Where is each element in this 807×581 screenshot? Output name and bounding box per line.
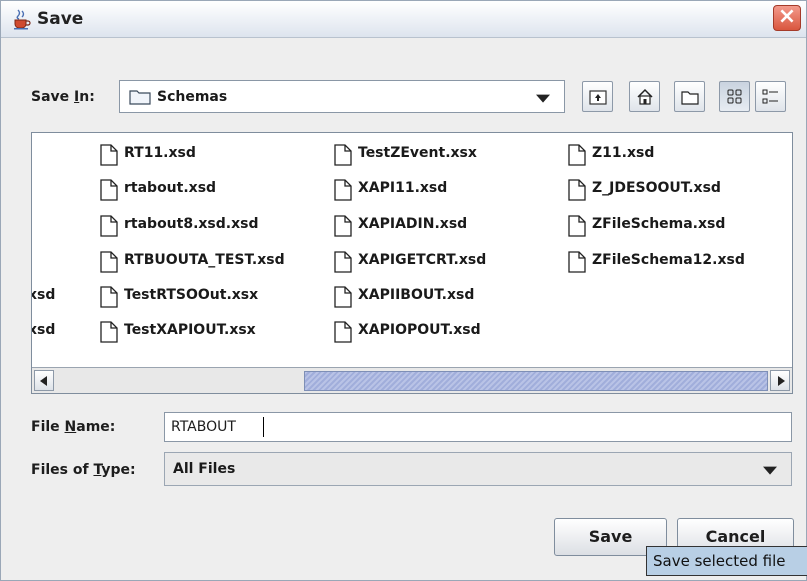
chevron-down-icon[interactable] [763, 466, 777, 475]
file-icon [334, 144, 352, 166]
file-name: ZFileSchema12.xsd [592, 252, 745, 268]
file-name: XAPIGETCRT.xsd [358, 252, 487, 268]
file-name: Z_JDESOOUT.xsd [592, 180, 721, 196]
save-in-value: Schemas [157, 88, 228, 105]
file-list-pane[interactable]: xsd xsd RT11.xsd rtabout.xsd rtabout8.xsd.xs… [31, 132, 793, 394]
java-cup-icon [14, 9, 31, 30]
file-name: rtabout.xsd [124, 180, 217, 196]
list-view-button[interactable] [719, 81, 750, 112]
file-name: RTBUOUTA_TEST.xsd [124, 252, 285, 268]
file-icon [568, 179, 586, 201]
close-button[interactable]: × [773, 5, 801, 31]
arrow-right-icon [778, 376, 785, 386]
new-folder-icon [681, 91, 699, 105]
file-name: ZFileSchema.xsd [592, 216, 726, 232]
title-bar[interactable]: Save × [1, 1, 806, 38]
file-icon [568, 215, 586, 237]
up-one-level-button[interactable] [582, 81, 613, 112]
chevron-down-icon[interactable] [536, 94, 550, 103]
files-of-type-value: All Files [173, 461, 236, 477]
text-caret [263, 417, 264, 437]
file-name: TestXAPIOUT.xsx [124, 322, 256, 338]
save-in-combo[interactable]: Schemas [119, 80, 565, 113]
close-icon: × [777, 4, 797, 29]
file-icon [334, 251, 352, 273]
file-icon [100, 251, 118, 273]
file-name: RT11.xsd [124, 145, 196, 161]
horizontal-scrollbar[interactable] [32, 367, 792, 393]
file-icon [568, 251, 586, 273]
file-icon [334, 215, 352, 237]
scroll-right-button[interactable] [770, 370, 790, 391]
file-name: xsd [32, 287, 56, 303]
save-tooltip: Save selected file [646, 546, 807, 576]
file-name: XAPIIBOUT.xsd [358, 287, 475, 303]
file-name: XAPIOPOUT.xsd [358, 322, 481, 338]
file-name: XAPI11.xsd [358, 180, 448, 196]
home-button[interactable] [629, 81, 660, 112]
save-dialog: Save × Save In: Schemas sd sd RT11.xsd r… [0, 0, 807, 581]
file-icon [568, 144, 586, 166]
file-icon [334, 179, 352, 201]
save-in-label: Save In: [31, 89, 95, 105]
home-icon [637, 88, 653, 105]
file-name: TestZEvent.xsx [358, 145, 477, 161]
list-view-icon [727, 89, 742, 104]
details-view-icon [762, 89, 778, 104]
window-title: Save [37, 9, 84, 29]
scroll-thumb[interactable] [304, 371, 768, 391]
new-folder-button[interactable] [674, 81, 705, 112]
file-name: rtabout8.xsd.xsd [124, 216, 259, 232]
file-icon [100, 286, 118, 308]
file-icon [100, 144, 118, 166]
file-name: XAPIADIN.xsd [358, 216, 468, 232]
file-name: TestRTSOOut.xsx [124, 287, 259, 303]
files-of-type-label: Files of Type: [31, 462, 136, 478]
arrow-left-icon [40, 376, 47, 386]
folder-icon [129, 90, 151, 105]
file-icon [100, 215, 118, 237]
file-name-label: File Name: [31, 419, 116, 435]
file-name: Z11.xsd [592, 145, 655, 161]
file-icon [334, 286, 352, 308]
file-name: xsd [32, 322, 56, 338]
details-view-button[interactable] [755, 81, 786, 112]
file-icon [100, 179, 118, 201]
file-name-field[interactable] [164, 412, 792, 442]
scroll-left-button[interactable] [34, 370, 54, 391]
file-icon [334, 321, 352, 343]
files-of-type-combo[interactable]: All Files [164, 452, 792, 486]
up-one-level-icon [589, 90, 607, 105]
file-name-input[interactable] [167, 415, 775, 439]
file-icon [100, 321, 118, 343]
